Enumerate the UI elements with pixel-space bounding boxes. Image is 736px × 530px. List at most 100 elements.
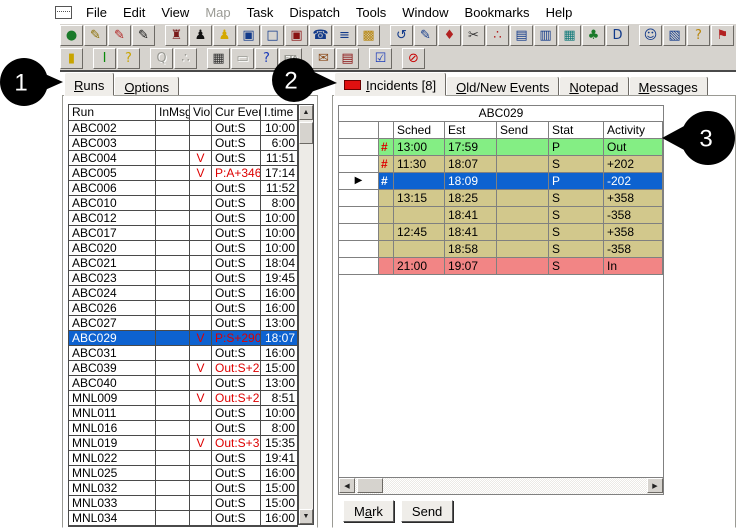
run-row-abc004[interactable]: ABC004 V Out:S 11:51 bbox=[69, 151, 298, 166]
world-button[interactable]: ● bbox=[60, 25, 83, 46]
run-row-mnl025[interactable]: MNL025 Out:S 16:00 bbox=[69, 466, 298, 481]
row-selector[interactable] bbox=[339, 139, 379, 156]
run-row-mnl016[interactable]: MNL016 Out:S 8:00 bbox=[69, 421, 298, 436]
menu-map[interactable]: Map bbox=[197, 3, 238, 22]
phone-vehicle-button[interactable]: ☎ bbox=[309, 25, 332, 46]
hscroll-track[interactable] bbox=[355, 478, 647, 494]
edit-points-button[interactable]: ✎ bbox=[108, 25, 131, 46]
route-edit-button[interactable]: ✎ bbox=[414, 25, 437, 46]
row-selector[interactable] bbox=[339, 258, 379, 275]
detail-row-3[interactable]: ▶ #18:09 P -202 bbox=[339, 173, 663, 190]
checklist-button[interactable]: ☑ bbox=[369, 48, 392, 69]
run-row-abc027[interactable]: ABC027 Out:S 13:00 bbox=[69, 316, 298, 331]
run-row-abc020[interactable]: ABC020 Out:S 10:00 bbox=[69, 241, 298, 256]
menu-bookmarks[interactable]: Bookmarks bbox=[457, 3, 538, 22]
bus-front-button[interactable]: ▤ bbox=[510, 25, 533, 46]
vehicle-window-button[interactable]: ▣ bbox=[237, 25, 260, 46]
run-row-mnl022[interactable]: MNL022 Out:S 19:41 bbox=[69, 451, 298, 466]
footprints-button[interactable]: ∴ bbox=[174, 48, 197, 69]
menu-window[interactable]: Window bbox=[394, 3, 456, 22]
bus-schedule-button[interactable]: ▥ bbox=[534, 25, 557, 46]
run-row-abc005[interactable]: ABC005 V P:A+346 17:14 bbox=[69, 166, 298, 181]
menu-view[interactable]: View bbox=[153, 3, 197, 22]
row-selector[interactable] bbox=[339, 241, 379, 258]
bus-stop-button[interactable]: ♣ bbox=[582, 25, 605, 46]
run-row-abc017[interactable]: ABC017 Out:S 10:00 bbox=[69, 226, 298, 241]
menu-file[interactable]: File bbox=[78, 3, 115, 22]
measure-button[interactable]: ▭ bbox=[231, 48, 254, 69]
passengers-button[interactable]: ∴ bbox=[486, 25, 509, 46]
letter-d-button[interactable]: D bbox=[606, 25, 629, 46]
detail-row-2[interactable]: #11:30 18:07 S +202 bbox=[339, 156, 663, 173]
row-selector[interactable] bbox=[339, 190, 379, 207]
detail-row-4[interactable]: 13:15 18:25 S +358 bbox=[339, 190, 663, 207]
scroll-left-button[interactable]: ◀ bbox=[339, 478, 355, 493]
run-row-mnl011[interactable]: MNL011 Out:S 10:00 bbox=[69, 406, 298, 421]
current-row-arrow[interactable]: ▶ bbox=[339, 173, 379, 190]
run-row-abc029[interactable]: ABC029 V P:S+290 18:07 bbox=[69, 331, 298, 346]
run-row-abc039[interactable]: ABC039 VOut:S+24515:00 bbox=[69, 361, 298, 376]
detail-row-8[interactable]: 21:00 19:07 S In bbox=[339, 258, 663, 275]
detail-row-6[interactable]: 12:45 18:41 S +358 bbox=[339, 224, 663, 241]
run-row-mnl019[interactable]: MNL019 VOut:S+39015:35 bbox=[69, 436, 298, 451]
run-row-mnl032[interactable]: MNL032 Out:S 15:00 bbox=[69, 481, 298, 496]
right-tab-incidents-8[interactable]: Incidents [8] bbox=[334, 72, 447, 96]
run-row-mnl009[interactable]: MNL009 VOut:S+2638:51 bbox=[69, 391, 298, 406]
run-row-abc002[interactable]: ABC002 Out:S 10:00 bbox=[69, 121, 298, 136]
run-row-abc003[interactable]: ABC003 Out:S 6:00 bbox=[69, 136, 298, 151]
group-shapes-button[interactable]: ♦ bbox=[438, 25, 461, 46]
app-icon[interactable] bbox=[55, 5, 72, 19]
run-row-abc024[interactable]: ABC024 Out:S 16:00 bbox=[69, 286, 298, 301]
menu-tools[interactable]: Tools bbox=[348, 3, 394, 22]
menu-edit[interactable]: Edit bbox=[115, 3, 153, 22]
run-row-mnl033[interactable]: MNL033 Out:S 15:00 bbox=[69, 496, 298, 511]
run-row-abc021[interactable]: ABC021 Out:S 18:04 bbox=[69, 256, 298, 271]
taxi-flag-button[interactable]: ⚑ bbox=[711, 25, 734, 46]
detail-row-1[interactable]: #13:00 17:59 P Out bbox=[339, 139, 663, 156]
right-tab-notepad[interactable]: Notepad bbox=[559, 76, 629, 96]
scroll-track[interactable] bbox=[299, 120, 313, 509]
driver-black-button[interactable]: ♟ bbox=[189, 25, 212, 46]
run-row-abc031[interactable]: ABC031 Out:S 16:00 bbox=[69, 346, 298, 361]
run-row-abc006[interactable]: ABC006 Out:S 11:52 bbox=[69, 181, 298, 196]
run-row-abc026[interactable]: ABC026 Out:S 16:00 bbox=[69, 301, 298, 316]
right-tab-messages[interactable]: Messages bbox=[628, 76, 708, 96]
depot-button[interactable]: ♜ bbox=[165, 25, 188, 46]
detail-row-7[interactable]: 18:58 S -358 bbox=[339, 241, 663, 258]
send-button[interactable]: Send bbox=[400, 500, 454, 522]
menu-dispatch[interactable]: Dispatch bbox=[281, 3, 348, 22]
mark-button[interactable]: Ma rk bbox=[343, 500, 394, 522]
windows-cascade-button[interactable]: ▩ bbox=[357, 25, 380, 46]
run-row-abc012[interactable]: ABC012 Out:S 10:00 bbox=[69, 211, 298, 226]
list-view-button[interactable]: ≡ bbox=[333, 25, 356, 46]
run-row-abc010[interactable]: ABC010 Out:S 8:00 bbox=[69, 196, 298, 211]
detail-row-5[interactable]: 18:41 S -358 bbox=[339, 207, 663, 224]
scroll-up-button[interactable]: ▲ bbox=[299, 105, 313, 120]
left-tab-runs[interactable]: Runs bbox=[64, 72, 115, 96]
taxi-query-button[interactable]: ? bbox=[687, 25, 710, 46]
row-selector[interactable] bbox=[339, 207, 379, 224]
log-book-button[interactable]: ▤ bbox=[336, 48, 359, 69]
menu-help[interactable]: Help bbox=[538, 3, 581, 22]
edit-world-button[interactable]: ✎ bbox=[84, 25, 107, 46]
left-tab-options[interactable]: Options bbox=[114, 76, 180, 96]
driver-yellow-button[interactable]: ♟ bbox=[213, 25, 236, 46]
help-button[interactable]: ? bbox=[117, 48, 140, 69]
row-selector[interactable] bbox=[339, 224, 379, 241]
vehicles-cascade-button[interactable]: □ bbox=[261, 25, 284, 46]
monitor-person-button[interactable]: ▧ bbox=[663, 25, 686, 46]
run-row-abc023[interactable]: ABC023 Out:S 19:45 bbox=[69, 271, 298, 286]
scroll-thumb[interactable] bbox=[299, 122, 313, 144]
run-row-abc040[interactable]: ABC040 Out:S 13:00 bbox=[69, 376, 298, 391]
cut-shapes-button[interactable]: ✂ bbox=[462, 25, 485, 46]
row-selector[interactable] bbox=[339, 156, 379, 173]
no-clock-button[interactable]: ⊘ bbox=[402, 48, 425, 69]
scroll-right-button[interactable]: ▶ bbox=[647, 478, 663, 493]
scroll-down-button[interactable]: ▼ bbox=[299, 509, 313, 524]
menu-task[interactable]: Task bbox=[239, 3, 282, 22]
info-button[interactable]: I bbox=[93, 48, 116, 69]
find-button[interactable]: Q bbox=[150, 48, 173, 69]
route-select-button[interactable]: ↺ bbox=[390, 25, 413, 46]
right-tab-old-new-events[interactable]: Old/New Events bbox=[446, 76, 560, 96]
hscroll-thumb[interactable] bbox=[357, 478, 383, 493]
